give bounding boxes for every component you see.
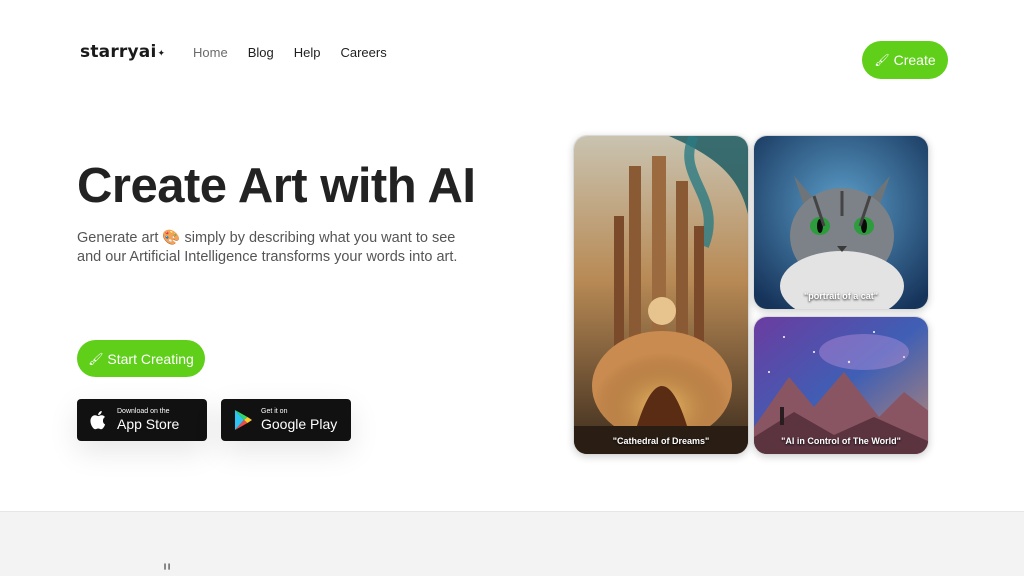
cat-artwork	[754, 136, 928, 309]
nav-careers[interactable]: Careers	[340, 45, 386, 60]
google-play-icon	[235, 410, 252, 430]
start-creating-button[interactable]: 🖌 Start Creating	[77, 340, 205, 377]
testimonial-section	[0, 511, 1024, 576]
start-creating-label: Start Creating	[107, 350, 194, 367]
gallery-card-cat[interactable]: "portrait of a cat"	[753, 135, 929, 310]
app-store-button[interactable]: Download on the App Store	[77, 399, 207, 441]
create-button[interactable]: 🖌 Create	[862, 41, 948, 79]
caption-cathedral: "Cathedral of Dreams"	[612, 436, 710, 446]
nav-home[interactable]: Home	[193, 45, 228, 60]
ai-world-artwork	[754, 317, 928, 454]
app-store-big-text: App Store	[117, 416, 180, 432]
hero-title: Create Art with AI	[77, 159, 476, 213]
cathedral-artwork	[574, 136, 748, 454]
google-play-big-text: Google Play	[261, 416, 338, 432]
hero-subtitle-line-2: and our Artificial Intelligence transfor…	[77, 249, 458, 265]
hero-subtitle-line-1: Generate art 🎨 simply by describing what…	[77, 230, 456, 246]
nav-blog[interactable]: Blog	[248, 45, 274, 60]
main-nav: Home Blog Help Careers	[193, 45, 407, 60]
logo[interactable]: starryai✦	[80, 42, 165, 62]
google-play-button[interactable]: Get it on Google Play	[221, 399, 351, 441]
quote-mark: "	[162, 561, 173, 576]
brush-icon: 🖌	[88, 351, 104, 366]
caption-cat: "portrait of a cat"	[803, 291, 879, 301]
google-play-small-text: Get it on	[261, 408, 288, 415]
logo-text: starryai	[80, 42, 157, 62]
site-header: starryai✦ Home Blog Help Careers 🖌 Creat…	[0, 0, 1024, 110]
gallery-card-ai-world[interactable]: "AI in Control of The World"	[753, 316, 929, 455]
hero-subtitle: Generate art 🎨 simply by describing what…	[77, 229, 497, 267]
gallery-card-cathedral[interactable]: "Cathedral of Dreams"	[573, 135, 749, 455]
create-label: Create	[893, 52, 936, 68]
sparkle-icon: ✦	[157, 49, 166, 59]
nav-help[interactable]: Help	[294, 45, 321, 60]
app-store-small-text: Download on the	[117, 408, 170, 415]
brush-icon: 🖌	[874, 53, 890, 67]
apple-icon	[90, 411, 106, 430]
caption-ai-world: "AI in Control of The World"	[781, 436, 901, 446]
